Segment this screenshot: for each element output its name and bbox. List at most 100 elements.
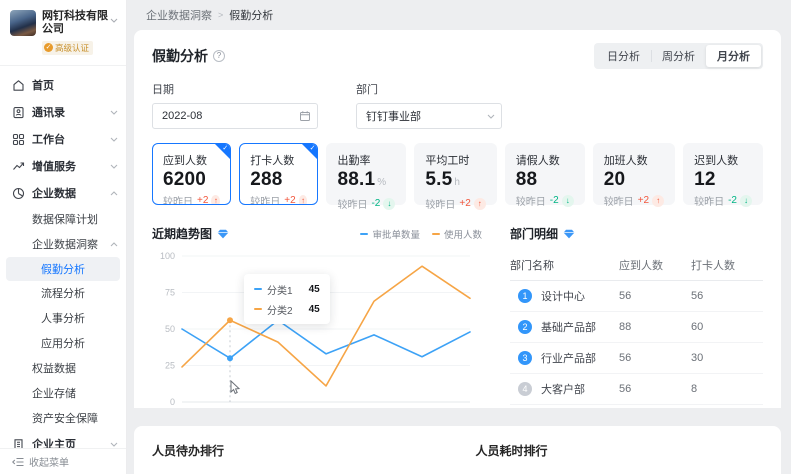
- todo-ranking-section: 人员待办排行: [134, 426, 458, 474]
- arrow-up-icon: ↑: [299, 195, 308, 206]
- delta-label: 较昨日: [163, 193, 193, 205]
- column-header-expected: 应到人数: [619, 257, 691, 273]
- sidebar-item-label: 企业存储: [32, 385, 118, 401]
- dept-expected: 56: [619, 352, 691, 364]
- org-switcher[interactable]: 网钉科技有限公司 ✓ 高级认证: [0, 0, 126, 66]
- stat-value: 288: [250, 169, 282, 190]
- chevron-down-icon: [110, 164, 118, 169]
- table-row: 3行业产品部 56 30: [510, 343, 763, 374]
- department-select-value: 钉钉事业部: [366, 108, 421, 124]
- rank-badge: 1: [518, 289, 532, 303]
- table-header-row: 部门名称 应到人数 打卡人数: [510, 250, 763, 281]
- dept-name: 设计中心: [541, 288, 585, 304]
- dept-name: 大客户部: [541, 381, 585, 397]
- ranking-panel: 人员待办排行 人员耗时排行: [134, 426, 781, 474]
- tooltip-value: 45: [309, 304, 320, 315]
- legend-item-approvals[interactable]: 审批单数量: [360, 227, 420, 241]
- sidebar-item-workbench[interactable]: 工作台: [0, 126, 126, 153]
- sidebar-item-rights-data[interactable]: 权益数据: [0, 356, 126, 381]
- sidebar-item-label: 增值服务: [32, 158, 110, 174]
- stat-card-avg-hours[interactable]: 平均工时 5.5h 较昨日+2↑: [414, 143, 496, 205]
- sidebar-item-value-services[interactable]: 增值服务: [0, 153, 126, 180]
- sidebar-item-label: 资产安全保障: [32, 410, 118, 426]
- collapse-menu-icon: [12, 457, 24, 467]
- stat-label: 出勤率: [337, 152, 395, 168]
- arrow-down-icon: ↓: [562, 195, 574, 207]
- stat-cards: ✓ 应到人数 6200 较昨日+2↑ ✓ 打卡人数 288 较昨日+2↑ 出勤率…: [152, 143, 763, 205]
- tooltip-label: 分类1: [267, 282, 293, 297]
- sidebar-item-process-analysis[interactable]: 流程分析: [0, 281, 126, 306]
- stat-unit: %: [377, 177, 386, 188]
- sidebar-item-enterprise-homepage[interactable]: 企业主页: [0, 431, 126, 449]
- stat-card-checkin[interactable]: ✓ 打卡人数 288 较昨日+2↑: [239, 143, 318, 205]
- trend-chart[interactable]: 025507510008-0108-0208-0308-0408-0508-06…: [152, 246, 482, 408]
- stat-card-late[interactable]: 迟到人数 12 较昨日-2↓: [683, 143, 763, 205]
- sidebar-item-attendance-analysis[interactable]: 假勤分析: [6, 257, 120, 281]
- delta-label: 较昨日: [425, 196, 455, 211]
- stat-card-attendance-rate[interactable]: 出勤率 88.1% 较昨日-2↓: [326, 143, 406, 205]
- rank-badge: 3: [518, 351, 532, 365]
- stat-value: 5.5: [425, 169, 452, 190]
- department-select[interactable]: 钉钉事业部: [356, 103, 502, 129]
- date-input[interactable]: [152, 103, 318, 129]
- stat-card-overtime[interactable]: 加班人数 20 较昨日+2↑: [593, 143, 675, 205]
- trend-chart-block: 近期趋势图 审批单数量 使用人数 025507510008-0108-0208-…: [152, 225, 482, 408]
- rank-badge: 4: [518, 382, 532, 396]
- trend-up-icon: [12, 160, 25, 173]
- sidebar-item-home[interactable]: 首页: [0, 72, 126, 99]
- sidebar-item-app-analysis[interactable]: 应用分析: [0, 331, 126, 356]
- sidebar-item-label: 企业数据洞察: [32, 236, 110, 252]
- help-icon[interactable]: ?: [213, 50, 225, 62]
- legend-item-users[interactable]: 使用人数: [432, 227, 482, 241]
- sidebar-item-asset-security[interactable]: 资产安全保障: [0, 406, 126, 431]
- tab-week-analysis[interactable]: 周分析: [651, 45, 706, 67]
- delta-value: -2: [371, 198, 380, 209]
- sidebar: 网钉科技有限公司 ✓ 高级认证 首页 通讯录 工作台: [0, 0, 127, 474]
- arrow-up-icon: ↑: [474, 198, 486, 210]
- gem-icon: [563, 229, 575, 239]
- tab-month-analysis[interactable]: 月分析: [706, 45, 761, 67]
- stat-card-expected[interactable]: ✓ 应到人数 6200 较昨日+2↑: [152, 143, 231, 205]
- tab-day-analysis[interactable]: 日分析: [596, 45, 651, 67]
- sidebar-item-label: 首页: [32, 77, 118, 93]
- sidebar-item-hr-analysis[interactable]: 人事分析: [0, 306, 126, 331]
- column-header-actual: 打卡人数: [691, 257, 763, 273]
- dept-actual: 60: [691, 321, 763, 333]
- y-tick-label: 50: [165, 324, 175, 334]
- delta-value: +2: [638, 195, 649, 206]
- collapse-menu-button[interactable]: 收起菜单: [0, 448, 126, 474]
- stat-unit: h: [454, 177, 460, 188]
- chevron-down-icon: [110, 442, 118, 447]
- sidebar-item-data-guarantee[interactable]: 数据保障计划: [0, 207, 126, 232]
- trend-chart-svg[interactable]: 025507510008-0108-0208-0308-0408-0508-06: [152, 246, 482, 408]
- stat-value: 88: [516, 169, 538, 190]
- check-icon: ✓: [222, 144, 228, 152]
- dept-filter-label: 部门: [356, 81, 502, 97]
- stat-card-leave[interactable]: 请假人数 88 较昨日-2↓: [505, 143, 585, 205]
- delta-label: 较昨日: [516, 193, 546, 208]
- sidebar-item-contacts[interactable]: 通讯录: [0, 99, 126, 126]
- breadcrumb-parent[interactable]: 企业数据洞察: [146, 7, 212, 23]
- sidebar-item-enterprise-data[interactable]: 企业数据: [0, 180, 126, 207]
- sidebar-item-label: 通讯录: [32, 104, 110, 120]
- rank-badge: 2: [518, 320, 532, 334]
- chart-legend: 审批单数量 使用人数: [348, 227, 482, 241]
- stat-label: 应到人数: [163, 152, 220, 168]
- sidebar-item-data-insight[interactable]: 企业数据洞察: [0, 232, 126, 257]
- collapse-menu-label: 收起菜单: [29, 454, 69, 469]
- delta-label: 较昨日: [337, 196, 367, 211]
- data-point-marker: [227, 317, 233, 323]
- sidebar-item-enterprise-storage[interactable]: 企业存储: [0, 381, 126, 406]
- sidebar-item-label: 数据保障计划: [32, 211, 118, 227]
- delta-value: +2: [284, 195, 295, 205]
- department-detail-block: 部门明细 部门名称 应到人数 打卡人数 1设计中心 56 56: [510, 225, 763, 408]
- stat-label: 打卡人数: [250, 152, 307, 168]
- stat-label: 迟到人数: [694, 152, 752, 168]
- contacts-icon: [12, 106, 25, 119]
- stat-value: 20: [604, 169, 626, 190]
- delta-value: +2: [197, 195, 208, 205]
- org-badge: ✓ 高级认证: [42, 41, 93, 55]
- legend-label: 使用人数: [444, 227, 482, 241]
- dept-actual: 30: [691, 352, 763, 364]
- org-info: 网钉科技有限公司 ✓ 高级认证: [42, 10, 110, 55]
